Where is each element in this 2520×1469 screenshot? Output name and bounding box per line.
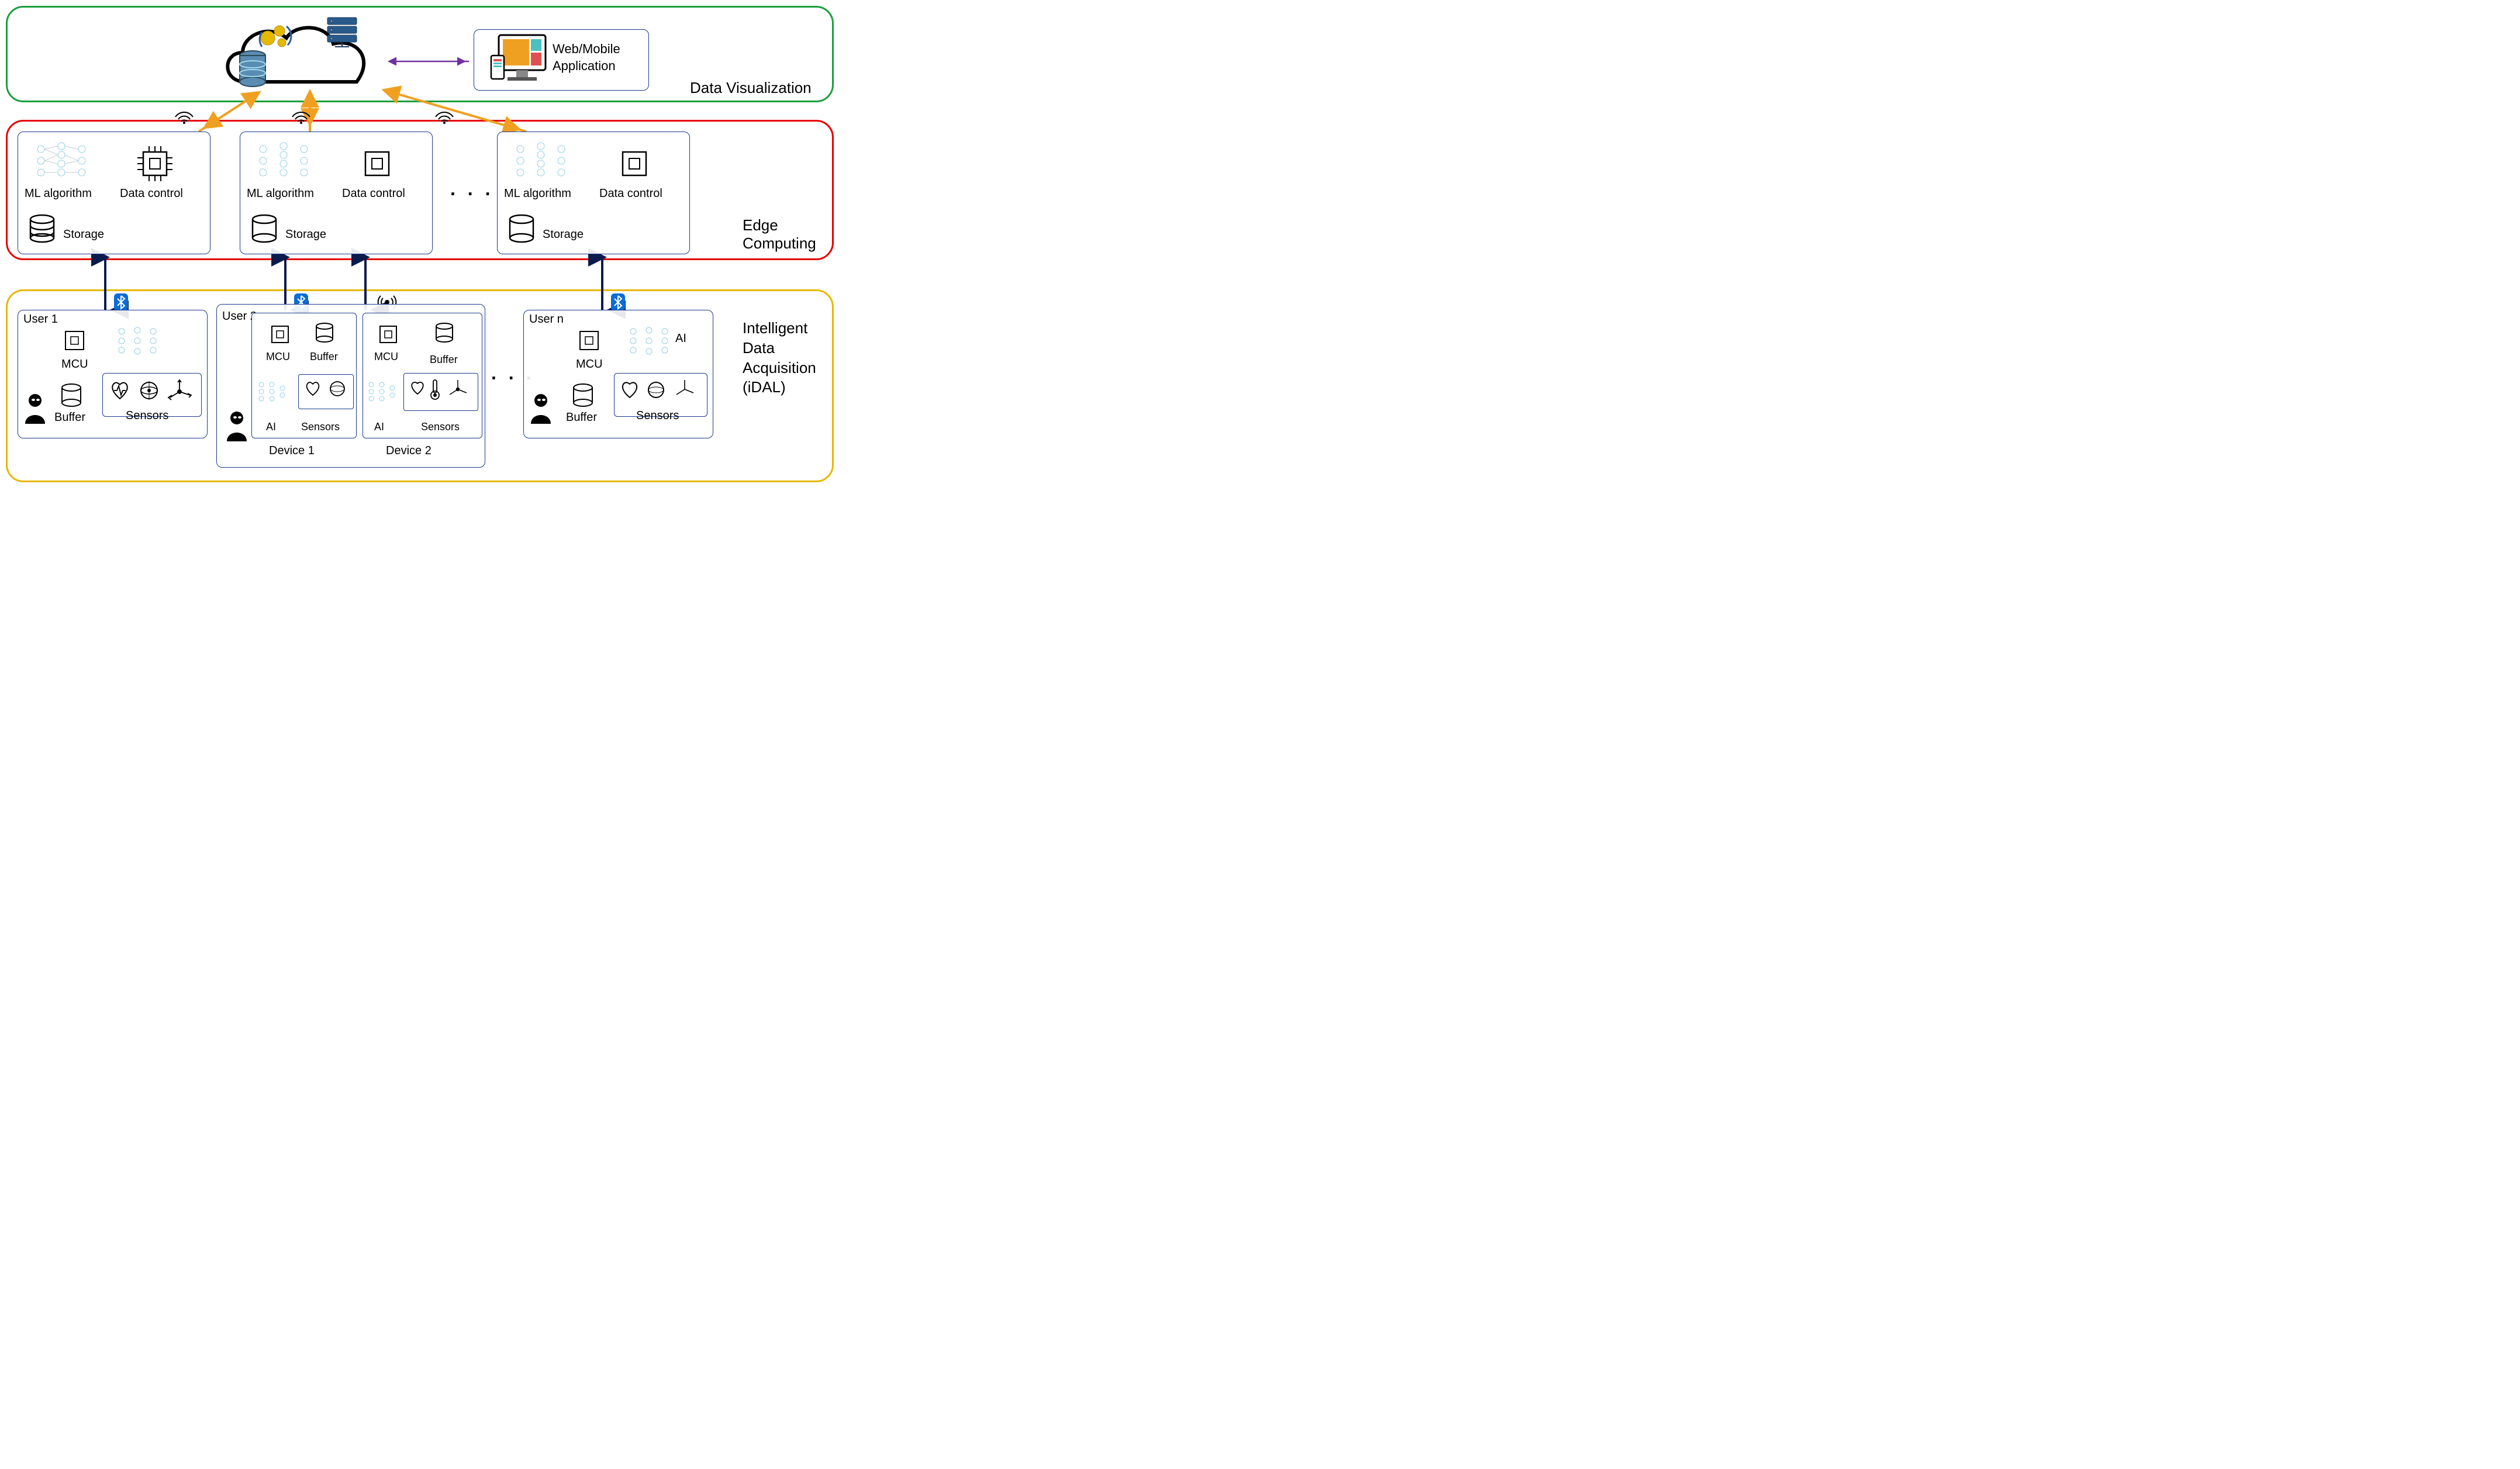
d1-buffer-label: Buffer	[310, 351, 338, 363]
storage-cyl-icon	[433, 322, 456, 345]
chip-icon	[374, 320, 402, 348]
d1-sensors-label: Sensors	[301, 421, 340, 433]
device1-label: Device 1	[269, 444, 315, 458]
usern-ai-label: AI	[675, 332, 686, 345]
usern-buffer-label: Buffer	[566, 411, 597, 424]
bluetooth-icon	[114, 293, 128, 311]
usern-mcu-label: MCU	[576, 358, 603, 371]
accelerometer-icon	[167, 379, 193, 405]
edge1-storage-label: Storage	[63, 228, 104, 241]
user1-mcu-label: MCU	[61, 358, 88, 371]
layer-viz-label: Data Visualization	[690, 79, 812, 97]
neural-net-icon	[117, 324, 158, 357]
thermometer-icon	[429, 379, 441, 401]
edge2-storage-label: Storage	[285, 228, 326, 241]
chip-icon	[357, 143, 398, 184]
bluetooth-icon	[611, 293, 625, 311]
edge1-ctrl-label: Data control	[120, 187, 183, 201]
d2-buffer-label: Buffer	[430, 354, 458, 366]
chip-icon	[266, 320, 294, 348]
wifi-icon-3	[433, 105, 456, 124]
edge1-ml-label: ML algorithm	[25, 187, 92, 201]
wifi-icon-1	[172, 105, 196, 124]
edge2-ml-label: ML algorithm	[247, 187, 314, 201]
heartrate-icon	[619, 379, 641, 401]
user1-buffer-label: Buffer	[54, 411, 85, 424]
storage-cyl-icon	[313, 322, 336, 345]
neural-net-icon	[367, 380, 396, 403]
person-icon	[222, 409, 251, 444]
device2-label: Device 2	[386, 444, 431, 458]
edge3-ctrl-label: Data control	[599, 187, 662, 201]
wifi-icon-2	[289, 105, 313, 124]
neural-net-icon	[257, 380, 286, 403]
chip-icon	[58, 324, 91, 357]
d1-ai-label: AI	[266, 421, 276, 433]
usern-label: User n	[529, 313, 564, 326]
layer-idal-label: Intelligent Data Acquisition (iDAL)	[743, 319, 816, 398]
neural-net-icon	[629, 324, 669, 357]
chip-icon	[573, 324, 605, 357]
chip-icon	[614, 143, 655, 184]
storage-cyl-icon	[248, 213, 281, 246]
gyroscope-icon	[137, 379, 161, 402]
neural-net-icon	[515, 140, 567, 181]
usern-sensors-label: Sensors	[636, 409, 679, 423]
d2-ai-label: AI	[374, 421, 384, 433]
edge3-storage-label: Storage	[543, 228, 584, 241]
edge3-ml-label: ML algorithm	[504, 187, 571, 201]
storage-cyl-icon	[58, 383, 85, 409]
web-mobile-label: Web/Mobile Application	[553, 41, 620, 74]
neural-net-icon	[257, 140, 310, 181]
gears-icon	[257, 20, 292, 53]
chip-icon	[134, 143, 175, 184]
monitor-icon	[490, 32, 548, 88]
storage-cyl-icon	[506, 213, 538, 246]
person-icon	[20, 392, 50, 427]
layer-edge-label: Edge Computing	[743, 216, 816, 253]
server-icon	[325, 15, 360, 50]
gyroscope-icon	[327, 379, 347, 399]
heartrate-icon	[303, 379, 323, 399]
heartrate-icon	[108, 379, 132, 402]
user1-label: User 1	[23, 313, 58, 326]
user1-sensors-label: Sensors	[126, 409, 168, 423]
storage-cyl-icon	[570, 383, 596, 409]
accelerometer-icon	[446, 377, 470, 402]
arrow-cloud-app	[386, 56, 474, 67]
neural-net-icon	[35, 140, 88, 181]
heartrate-icon	[408, 379, 427, 398]
d2-sensors-label: Sensors	[421, 421, 460, 433]
ellipsis-edge: . . .	[450, 178, 493, 200]
person-icon	[526, 392, 555, 427]
accelerometer-icon	[672, 377, 697, 402]
storage-cyl-icon	[26, 213, 58, 246]
database-icon	[237, 50, 269, 88]
gyroscope-icon	[645, 379, 667, 401]
d2-mcu-label: MCU	[374, 351, 398, 363]
edge2-ctrl-label: Data control	[342, 187, 405, 201]
d1-mcu-label: MCU	[266, 351, 290, 363]
